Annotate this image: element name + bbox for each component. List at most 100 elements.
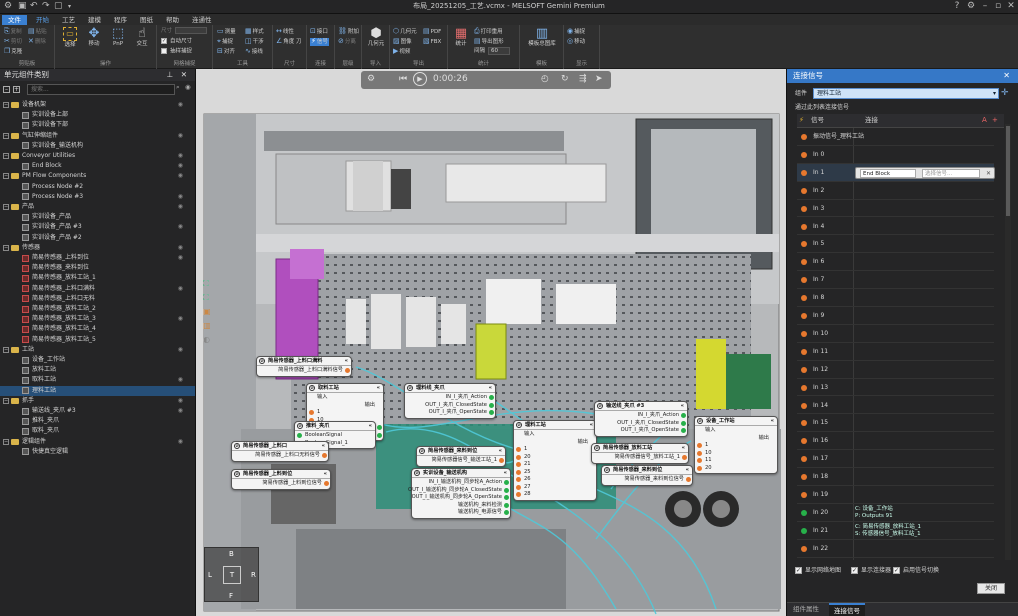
- signal-node[interactable]: ⊘ 简易传感器_来料到位 «简易传感器信号_输送工站_1: [416, 446, 506, 467]
- node-port[interactable]: 简易传感器_上料口满料信号: [257, 367, 351, 375]
- tree-item[interactable]: 简易传感器_上料到位 ◉: [0, 253, 195, 263]
- tree-item[interactable]: 理料工站: [0, 385, 195, 396]
- select-button[interactable]: ▭ 选择: [59, 27, 81, 49]
- tree-toggle-icon[interactable]: −: [3, 244, 9, 251]
- tree-toggle-icon[interactable]: −: [3, 153, 9, 159]
- signal-node[interactable]: ⊘ 简易传感器_上料口 «简易传感器_上料口无料信号: [231, 441, 329, 462]
- signal-row[interactable]: In 8: [797, 289, 994, 307]
- port-pin-icon[interactable]: [516, 447, 521, 453]
- port-pin-icon[interactable]: [681, 420, 686, 426]
- visibility-eye-icon[interactable]: ◉: [178, 202, 183, 212]
- tree-toggle-icon[interactable]: −: [3, 204, 9, 210]
- signal-node-title[interactable]: ⊘ 简易传感器_上料口 «: [232, 442, 328, 451]
- port-pin-icon[interactable]: [504, 480, 509, 486]
- view-front-button[interactable]: F: [229, 592, 233, 600]
- play-icon[interactable]: ▶: [413, 72, 427, 86]
- menu-connectivity[interactable]: 连通性: [186, 15, 218, 25]
- node-port[interactable]: 输送机构_来料检测: [412, 502, 510, 510]
- interface-button[interactable]: ⊡接口: [310, 28, 328, 36]
- enable-signal-toggle-checkbox[interactable]: ✓ 启用信号切换: [893, 567, 939, 574]
- signal-node-title[interactable]: ⊘ 简易传感器_上料口满料 «: [257, 357, 351, 366]
- tree-toggle-icon[interactable]: −: [3, 438, 9, 445]
- port-pin-icon[interactable]: [297, 433, 302, 439]
- signal-row[interactable]: In 3: [797, 200, 994, 218]
- port-pin-icon[interactable]: [504, 510, 509, 516]
- port-pin-icon[interactable]: [516, 469, 521, 475]
- signal-row[interactable]: In 20 C: 设备_工作站 P: Outputs 91: [797, 504, 994, 522]
- pin-icon[interactable]: ⊥: [166, 69, 173, 81]
- port-pin-icon[interactable]: [377, 432, 382, 438]
- pnp-button[interactable]: ⬚ PnP: [107, 27, 129, 48]
- fit-view-icon[interactable]: ⛶: [203, 279, 209, 289]
- node-toggle-icon[interactable]: ⊘: [234, 471, 240, 477]
- pick-component-icon[interactable]: ✛: [1001, 88, 1009, 99]
- menu-help[interactable]: 帮助: [160, 15, 185, 25]
- signal-node-title[interactable]: ⊘ 简易传感器_放料工站 «: [592, 444, 688, 453]
- tree-item[interactable]: 输送线_夹爪 #3 ◉: [0, 406, 195, 416]
- node-toggle-icon[interactable]: ⊘: [516, 422, 522, 428]
- image-button[interactable]: ▨图像: [393, 38, 412, 46]
- port-pin-icon[interactable]: [309, 410, 314, 416]
- signal-row[interactable]: In 1 End Block 选择信号... ✕: [797, 163, 995, 182]
- export-geometry-button[interactable]: ⬡几何元: [393, 28, 417, 36]
- menu-process[interactable]: 工艺: [56, 15, 81, 25]
- connection-signal-combo[interactable]: 选择信号...: [922, 168, 980, 178]
- signal-node[interactable]: ⊘ 简易传感器_来料到位 «简易传感器_来料到位信号: [601, 465, 693, 486]
- node-port[interactable]: 1: [695, 442, 777, 450]
- visibility-eye-icon[interactable]: ◉: [178, 284, 183, 294]
- node-port[interactable]: OUT_I_夹爪_OpenState: [405, 409, 495, 417]
- tree-folder[interactable]: − 气缸伸缩组件 ◉: [0, 131, 195, 141]
- show-network-map-checkbox[interactable]: ✓ 显示网络地图: [795, 567, 841, 574]
- node-port[interactable]: 1: [514, 446, 596, 454]
- view-top-button[interactable]: T: [223, 566, 241, 584]
- visibility-eye-icon[interactable]: ◉: [178, 131, 183, 141]
- node-port[interactable]: OUT_I_夹爪_ClosedState: [595, 420, 687, 428]
- detach-button[interactable]: ⊘分离: [338, 38, 356, 46]
- tree-folder[interactable]: − 抓手 ◉: [0, 396, 195, 406]
- tree-item[interactable]: 简易传感器_放料工站_4: [0, 324, 195, 334]
- export-graph-button[interactable]: ▤导出图形: [474, 38, 504, 46]
- rewind-icon[interactable]: ⏮: [399, 74, 407, 85]
- angle-dim-button[interactable]: ∠角度 刀: [276, 38, 302, 46]
- menu-file[interactable]: 文件: [2, 15, 27, 25]
- tree-item[interactable]: 推料_夹爪: [0, 416, 195, 426]
- section-view-icon[interactable]: ▥: [203, 321, 211, 331]
- maximize-button[interactable]: ▫: [991, 0, 1005, 13]
- signal-node[interactable]: ⊘ 简易传感器_上料到位 «简易传感器_上料到位信号: [231, 469, 331, 490]
- tree-item[interactable]: 简易传感器_上料口无料: [0, 294, 195, 304]
- scrollbar[interactable]: [1005, 124, 1011, 560]
- settings-icon[interactable]: ⚙: [964, 0, 978, 13]
- close-panel-icon[interactable]: ✕: [181, 69, 187, 81]
- pdf-button[interactable]: ▤PDF: [423, 28, 441, 36]
- tree-item[interactable]: 实训设备_产品 #2: [0, 233, 195, 243]
- tree-folder[interactable]: − 工站 ◉: [0, 345, 195, 355]
- port-pin-icon[interactable]: [504, 487, 509, 493]
- node-port[interactable]: 简易传感器_上料口无料信号: [232, 452, 328, 460]
- tree-folder[interactable]: − 传感器 ◉: [0, 243, 195, 253]
- port-pin-icon[interactable]: [697, 443, 702, 449]
- port-pin-icon[interactable]: [516, 477, 521, 483]
- node-port[interactable]: 简易传感器_上料到位信号: [232, 480, 330, 488]
- display-move-button[interactable]: ◎移动: [567, 38, 585, 46]
- 3d-viewport[interactable]: ⊘简易传感器_上料口满料«简易传感器_上料口满料信号⊘取料工站«输入输出1109…: [196, 69, 786, 616]
- collapse-node-icon[interactable]: «: [322, 442, 325, 450]
- signal-row[interactable]: In 2: [797, 182, 994, 200]
- tree-item[interactable]: 实训设备下部: [0, 120, 195, 130]
- signal-node[interactable]: ⊘ 简易传感器_放料工站 «简易传感器信号_放料工站_1: [591, 443, 689, 464]
- tab-component-properties[interactable]: 组件属性: [793, 605, 819, 614]
- node-port[interactable]: 27: [514, 484, 596, 492]
- signal-node-title[interactable]: ⊘ 取料工站 «: [307, 384, 383, 393]
- tree-toggle-icon[interactable]: −: [3, 397, 9, 404]
- sort-plus-icon[interactable]: +: [992, 116, 998, 124]
- tree-item[interactable]: 实训设备_输送机构: [0, 141, 195, 151]
- node-port[interactable]: IN_I_夹爪_Action: [595, 412, 687, 420]
- node-port[interactable]: BooleanSignal: [295, 432, 375, 440]
- search-icon[interactable]: ⌕: [176, 83, 180, 92]
- help-icon[interactable]: ?: [950, 0, 964, 13]
- collapse-node-icon[interactable]: «: [369, 422, 372, 430]
- tree-item[interactable]: 设备_工作站: [0, 355, 195, 365]
- signal-node[interactable]: ⊘ 理料工站 «输入 输出 1 20 21 25 26 27 28: [513, 420, 597, 501]
- visibility-eye-icon[interactable]: ◉: [178, 406, 183, 416]
- collapse-node-icon[interactable]: «: [771, 417, 774, 425]
- view-cube[interactable]: B L T R F: [204, 547, 259, 602]
